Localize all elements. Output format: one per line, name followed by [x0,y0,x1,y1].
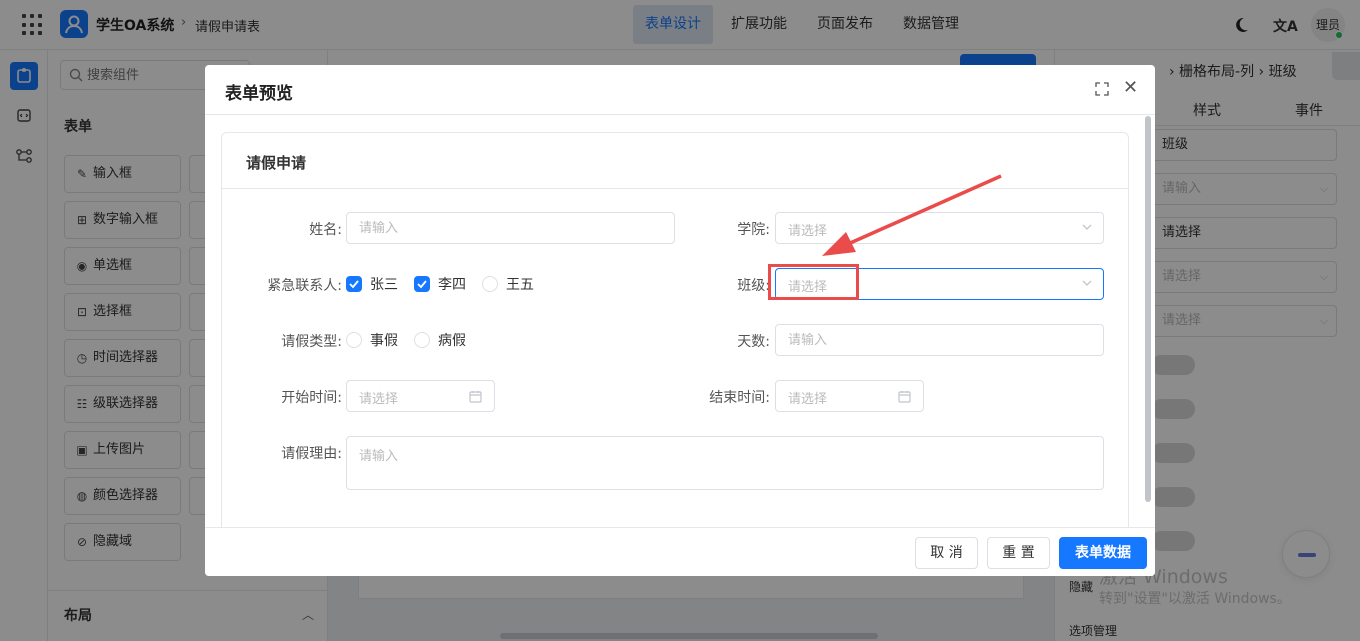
label-leave-reason: 请假理由: [281,446,342,462]
leave-type-option-personal[interactable]: 事假 [346,330,398,350]
cancel-button[interactable]: 取 消 [915,537,978,569]
label-college: 学院: [737,222,770,238]
form-card: 请假申请 姓名: 学院: 请选择 紧急联系人: 张三 李四 王五 [221,132,1129,527]
label-start-time: 开始时间: [281,390,342,406]
end-time-placeholder: 请选择 [788,392,828,407]
label-name: 姓名: [309,222,342,238]
option-label: 病假 [438,333,466,349]
form-data-button[interactable]: 表单数据 [1059,537,1147,569]
option-label: 李四 [438,277,466,293]
contact-option-wangwu[interactable]: 王五 [482,274,534,294]
days-input[interactable] [775,324,1104,356]
leave-reason-textarea[interactable] [346,436,1104,490]
college-placeholder: 请选择 [788,224,828,239]
vertical-scrollbar[interactable] [1145,116,1151,502]
college-select[interactable]: 请选择 [775,212,1104,244]
checkbox-unchecked-icon [482,276,498,292]
radio-icon [414,332,430,348]
calendar-icon [898,391,911,403]
option-label: 事假 [370,333,398,349]
calendar-icon [469,391,482,403]
label-emergency-contact: 紧急联系人: [267,278,342,294]
option-label: 张三 [370,277,398,293]
radio-icon [346,332,362,348]
label-days: 天数: [737,334,770,350]
dialog-header: 表单预览 ✕ [205,65,1155,115]
annotation-highlight-box [768,264,859,300]
option-label: 王五 [506,277,534,293]
contact-option-zhangsan[interactable]: 张三 [346,274,398,294]
close-icon[interactable]: ✕ [1123,79,1138,97]
end-time-picker[interactable]: 请选择 [775,380,924,412]
dialog-body: 请假申请 姓名: 学院: 请选择 紧急联系人: 张三 李四 王五 [205,116,1155,527]
checkbox-checked-icon [414,276,430,292]
contact-option-lisi[interactable]: 李四 [414,274,466,294]
start-time-placeholder: 请选择 [359,392,399,407]
dialog-title: 表单预览 [225,84,293,104]
label-end-time: 结束时间: [709,390,770,406]
checkbox-checked-icon [346,276,362,292]
form-card-header: 请假申请 [222,133,1128,189]
start-time-picker[interactable]: 请选择 [346,380,495,412]
dialog-footer: 取 消 重 置 表单数据 [205,527,1155,576]
name-input[interactable] [346,212,675,244]
form-preview-dialog: 表单预览 ✕ 请假申请 姓名: 学院: 请选择 紧急联系人: 张三 [205,65,1155,576]
fullscreen-icon[interactable] [1095,82,1109,96]
form-card-title: 请假申请 [246,154,307,172]
label-leave-type: 请假类型: [281,334,342,350]
label-class: 班级: [737,278,770,294]
chevron-down-icon [1082,224,1092,230]
chevron-down-icon [1082,280,1092,286]
leave-type-option-sick[interactable]: 病假 [414,330,466,350]
reset-button[interactable]: 重 置 [987,537,1050,569]
